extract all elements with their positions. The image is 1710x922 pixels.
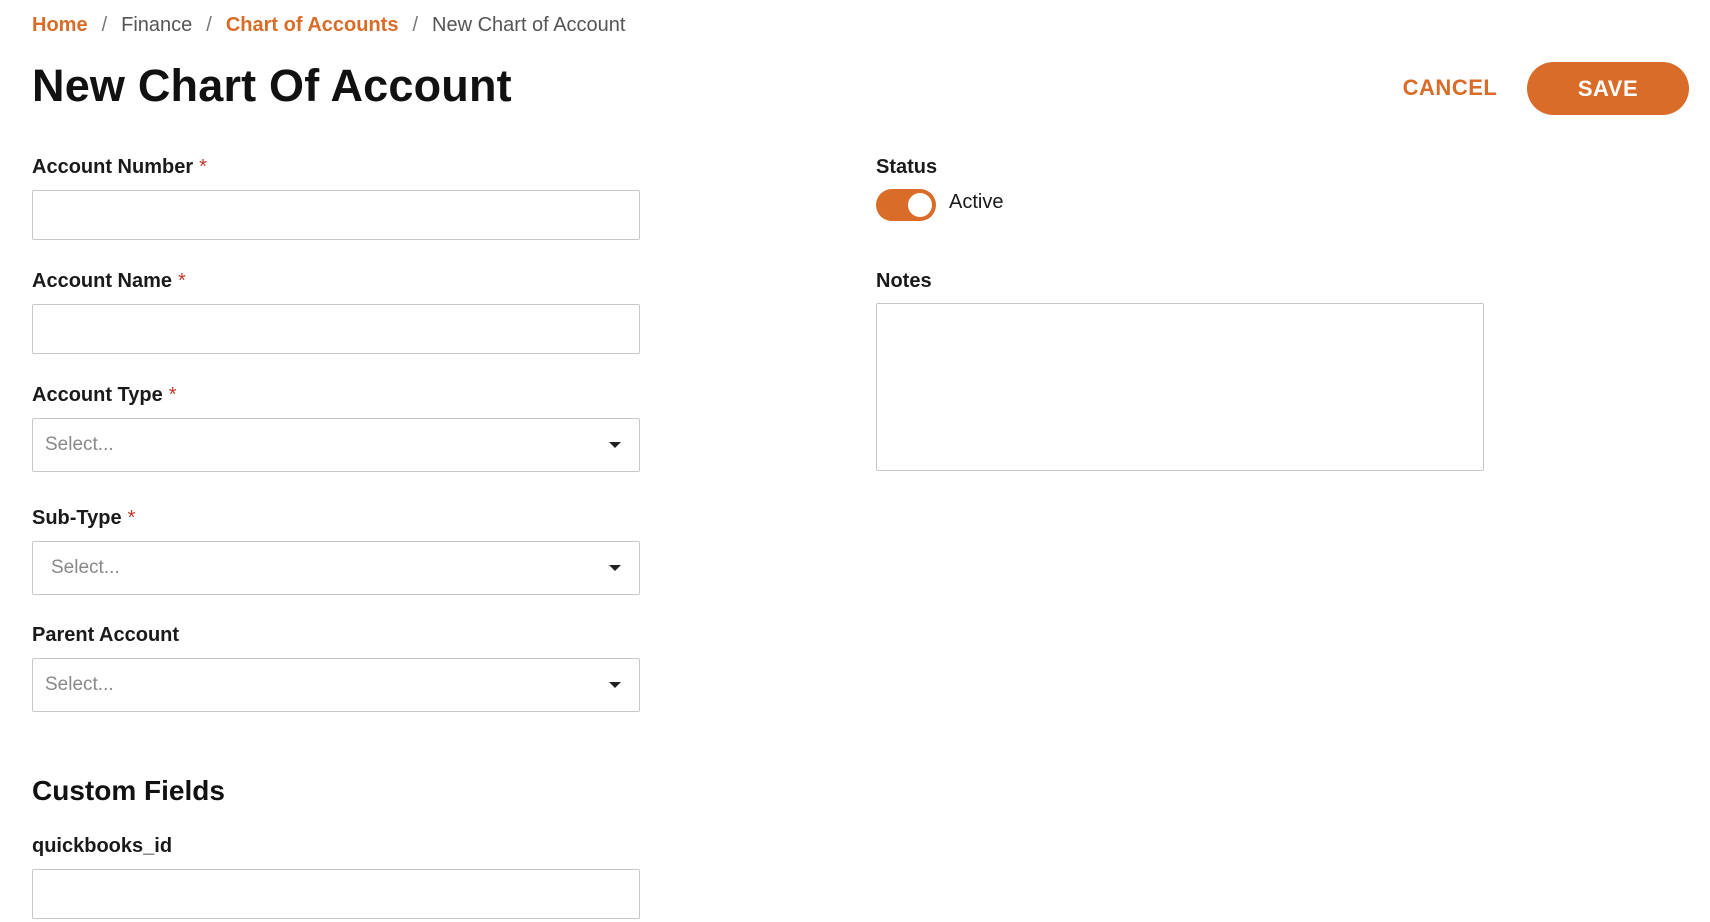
required-marker: * — [127, 507, 136, 529]
status-toggle[interactable] — [876, 189, 936, 221]
save-button[interactable]: SAVE — [1527, 62, 1689, 115]
chevron-down-icon — [609, 442, 621, 448]
status-label: Status — [876, 156, 937, 179]
breadcrumb-finance: Finance — [121, 14, 193, 36]
page-title: New Chart Of Account — [32, 60, 512, 111]
parent-account-label: Parent Account — [32, 624, 179, 647]
sub-type-select[interactable]: Select... — [32, 541, 640, 595]
breadcrumb-separator: / — [412, 14, 419, 36]
sub-type-label: Sub-Type * — [32, 507, 135, 530]
custom-fields-title: Custom Fields — [32, 775, 225, 806]
account-number-input[interactable] — [32, 190, 640, 240]
status-label-text: Status — [876, 156, 938, 178]
breadcrumb-current: New Chart of Account — [432, 14, 626, 36]
required-marker: * — [178, 270, 186, 292]
required-marker: * — [168, 384, 177, 406]
account-type-label-text: Account Type — [32, 384, 163, 406]
account-name-label: Account Name * — [32, 270, 186, 293]
parent-account-select[interactable]: Select... — [32, 658, 640, 712]
status-toggle-label: Active — [949, 191, 1004, 213]
breadcrumb-chart-of-accounts-link[interactable]: Chart of Accounts — [226, 14, 399, 37]
account-number-label-text: Account Number — [32, 156, 194, 178]
account-type-select[interactable]: Select... — [32, 418, 640, 472]
quickbooks-id-label: quickbooks_id — [32, 835, 172, 858]
notes-label-text: Notes — [876, 270, 932, 292]
breadcrumb-home-link[interactable]: Home — [32, 14, 88, 37]
chevron-down-icon — [609, 565, 621, 571]
breadcrumb: Home / Finance / Chart of Accounts / New… — [32, 14, 625, 37]
quickbooks-id-input[interactable] — [32, 869, 640, 919]
account-number-label: Account Number * — [32, 156, 207, 179]
required-marker: * — [199, 156, 207, 178]
account-type-label: Account Type * — [32, 384, 177, 407]
toggle-knob — [908, 193, 932, 217]
account-name-label-text: Account Name — [32, 270, 173, 292]
breadcrumb-separator: / — [206, 14, 212, 36]
parent-account-label-text: Parent Account — [32, 624, 180, 646]
account-name-input[interactable] — [32, 304, 640, 354]
account-type-placeholder: Select... — [45, 434, 114, 455]
sub-type-label-text: Sub-Type — [32, 507, 122, 529]
chevron-down-icon — [609, 682, 621, 688]
notes-textarea[interactable] — [876, 303, 1484, 471]
notes-label: Notes — [876, 270, 932, 293]
sub-type-placeholder: Select... — [51, 557, 120, 578]
parent-account-placeholder: Select... — [45, 674, 114, 695]
cancel-button[interactable]: CANCEL — [1382, 62, 1518, 114]
quickbooks-id-label-text: quickbooks_id — [32, 835, 173, 857]
breadcrumb-separator: / — [101, 14, 108, 36]
